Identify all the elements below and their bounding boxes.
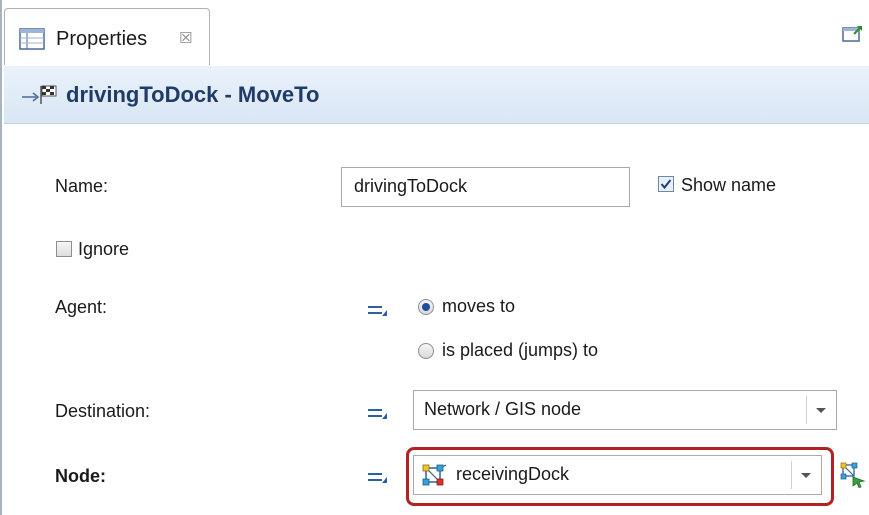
checkmark-icon <box>660 179 672 190</box>
name-field[interactable]: drivingToDock <box>341 167 630 207</box>
show-name-label: Show name <box>681 175 777 195</box>
name-label: Name: <box>55 176 109 196</box>
destination-select[interactable]: Network / GIS node <box>413 390 837 430</box>
agent-moves-to-radio[interactable] <box>418 299 434 315</box>
static-value-equals-icon[interactable] <box>368 303 388 317</box>
show-name-checkbox[interactable] <box>658 176 674 192</box>
tab-label: Properties <box>56 28 148 50</box>
ignore-label: Ignore <box>78 239 130 259</box>
ignore-checkbox[interactable] <box>56 241 72 257</box>
page-title: drivingToDock - MoveTo <box>66 82 320 107</box>
destination-label: Destination: <box>55 401 151 421</box>
node-label: Node: <box>55 466 106 486</box>
properties-view: Properties ☒ drivingToDock - MoveTo Name… <box>0 0 869 515</box>
select-node-tool-icon[interactable] <box>840 462 866 493</box>
agent-placed-radio[interactable] <box>418 343 434 359</box>
tab-properties[interactable]: Properties ☒ <box>4 8 210 65</box>
view-tab-bar: Properties ☒ <box>4 0 869 67</box>
static-value-equals-icon[interactable] <box>368 470 388 484</box>
node-highlight-box <box>406 447 834 506</box>
agent-option-moves-to: moves to <box>442 296 516 316</box>
maximize-view-icon[interactable] <box>842 24 864 47</box>
agent-option-placed: is placed (jumps) to <box>442 340 599 360</box>
close-tab-icon[interactable]: ☒ <box>179 29 192 47</box>
destination-value: Network / GIS node <box>424 399 582 419</box>
element-title-bar: drivingToDock - MoveTo <box>4 66 869 124</box>
chevron-down-icon[interactable] <box>806 396 832 424</box>
properties-panel-icon <box>19 28 45 55</box>
agent-label: Agent: <box>55 297 108 317</box>
moveto-flag-icon <box>20 83 62 112</box>
static-value-equals-icon[interactable] <box>368 406 388 420</box>
